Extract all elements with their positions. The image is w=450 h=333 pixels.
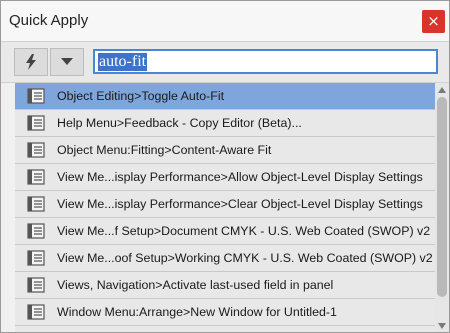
options-dropdown-button[interactable] — [50, 48, 84, 76]
document-icon — [27, 115, 45, 131]
list-item[interactable]: View Me...f Setup>Document CMYK - U.S. W… — [15, 218, 435, 245]
list-item[interactable]: Views, Navigation>Activate last-used fie… — [15, 272, 435, 299]
list-item[interactable]: Object Menu:Fitting>Content-Aware Fit — [15, 137, 435, 164]
list-item-label: View Me...isplay Performance>Allow Objec… — [57, 170, 423, 184]
window-title: Quick Apply — [9, 12, 89, 29]
vertical-scrollbar[interactable] — [435, 83, 449, 332]
list-item[interactable]: View Me...isplay Performance>Allow Objec… — [15, 164, 435, 191]
document-icon — [27, 304, 45, 320]
close-button[interactable]: × — [422, 10, 445, 33]
list-item-label: Help Menu>Feedback - Copy Editor (Beta).… — [57, 116, 302, 130]
document-icon — [27, 169, 45, 185]
document-icon — [27, 250, 45, 266]
search-input-text: auto-fit — [98, 53, 148, 71]
list-item[interactable]: View Me...oof Setup>Working CMYK - U.S. … — [15, 245, 435, 272]
list-item[interactable]: Window Menu:Arrange>New Window for Untit… — [15, 299, 435, 326]
list-item-label: Views, Navigation>Activate last-used fie… — [57, 278, 334, 292]
quick-apply-window: Quick Apply × auto-fit Object Editing>To… — [0, 0, 450, 333]
document-icon — [27, 88, 45, 104]
list-item[interactable]: View Me...isplay Performance>Clear Objec… — [15, 191, 435, 218]
scroll-down-arrow-icon[interactable] — [438, 323, 446, 329]
list-item-label: Object Editing>Toggle Auto-Fit — [57, 89, 225, 103]
toolbar: auto-fit — [1, 41, 449, 83]
document-icon — [27, 196, 45, 212]
list-item-label: View Me...f Setup>Document CMYK - U.S. W… — [57, 224, 431, 238]
list-item-label: Object Menu:Fitting>Content-Aware Fit — [57, 143, 272, 157]
lightning-icon — [26, 54, 36, 70]
include-menu-commands-button[interactable] — [14, 48, 48, 76]
scroll-up-arrow-icon[interactable] — [438, 87, 446, 93]
dropdown-arrow-icon — [61, 58, 73, 65]
list-item-label: View Me...oof Setup>Working CMYK - U.S. … — [57, 251, 433, 265]
results-list: Object Editing>Toggle Auto-Fit Help Menu>… — [15, 83, 435, 332]
scroll-thumb[interactable] — [437, 97, 447, 297]
close-icon: × — [427, 12, 440, 30]
list-item[interactable]: Object Editing>Toggle Auto-Fit — [15, 83, 435, 110]
document-icon — [27, 142, 45, 158]
list-item[interactable]: Help Menu>Feedback - Copy Editor (Beta).… — [15, 110, 435, 137]
document-icon — [27, 277, 45, 293]
search-input[interactable]: auto-fit — [93, 49, 438, 74]
title-bar: Quick Apply × — [1, 1, 449, 41]
list-item-label: View Me...isplay Performance>Clear Objec… — [57, 197, 423, 211]
document-icon — [27, 223, 45, 239]
list-item-label: Window Menu:Arrange>New Window for Untit… — [57, 305, 337, 319]
